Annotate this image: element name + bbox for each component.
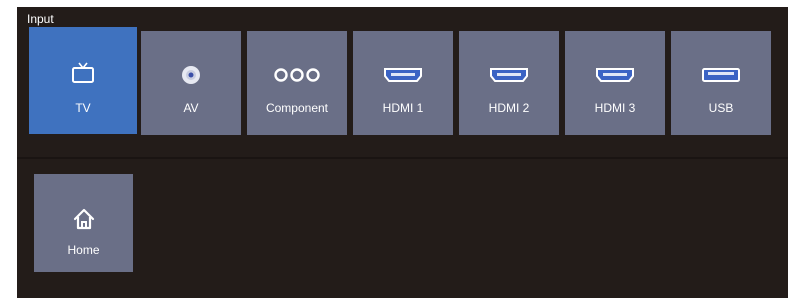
section-divider <box>17 157 788 159</box>
input-label: HDMI 3 <box>594 101 636 115</box>
input-tile-hdmi-1[interactable]: HDMI 1 <box>353 31 453 135</box>
hdmi-port-icon <box>459 65 559 85</box>
panel-title: Input <box>27 12 54 26</box>
input-source-screen: Input TV AV Component HDMI 1 HDMI 2 HDMI… <box>17 7 788 298</box>
input-label: HDMI 1 <box>382 101 424 115</box>
home-tile[interactable]: Home <box>34 174 133 272</box>
input-label: USB <box>708 101 734 115</box>
home-label: Home <box>67 243 100 257</box>
hdmi-port-icon <box>353 65 453 85</box>
input-label: Component <box>265 101 329 115</box>
home-icon <box>34 208 133 230</box>
input-tile-hdmi-2[interactable]: HDMI 2 <box>459 31 559 135</box>
input-label: HDMI 2 <box>488 101 530 115</box>
input-label: TV <box>75 101 91 115</box>
hdmi-port-icon <box>565 65 665 85</box>
tv-icon <box>29 62 137 83</box>
input-tile-component[interactable]: Component <box>247 31 347 135</box>
component-icon <box>247 65 347 85</box>
input-label: AV <box>183 101 199 115</box>
input-tile-usb[interactable]: USB <box>671 31 771 135</box>
usb-port-icon <box>671 65 771 85</box>
input-tile-hdmi-3[interactable]: HDMI 3 <box>565 31 665 135</box>
input-tile-av[interactable]: AV <box>141 31 241 135</box>
input-tile-tv[interactable]: TV <box>29 27 137 134</box>
av-disc-icon <box>141 65 241 85</box>
